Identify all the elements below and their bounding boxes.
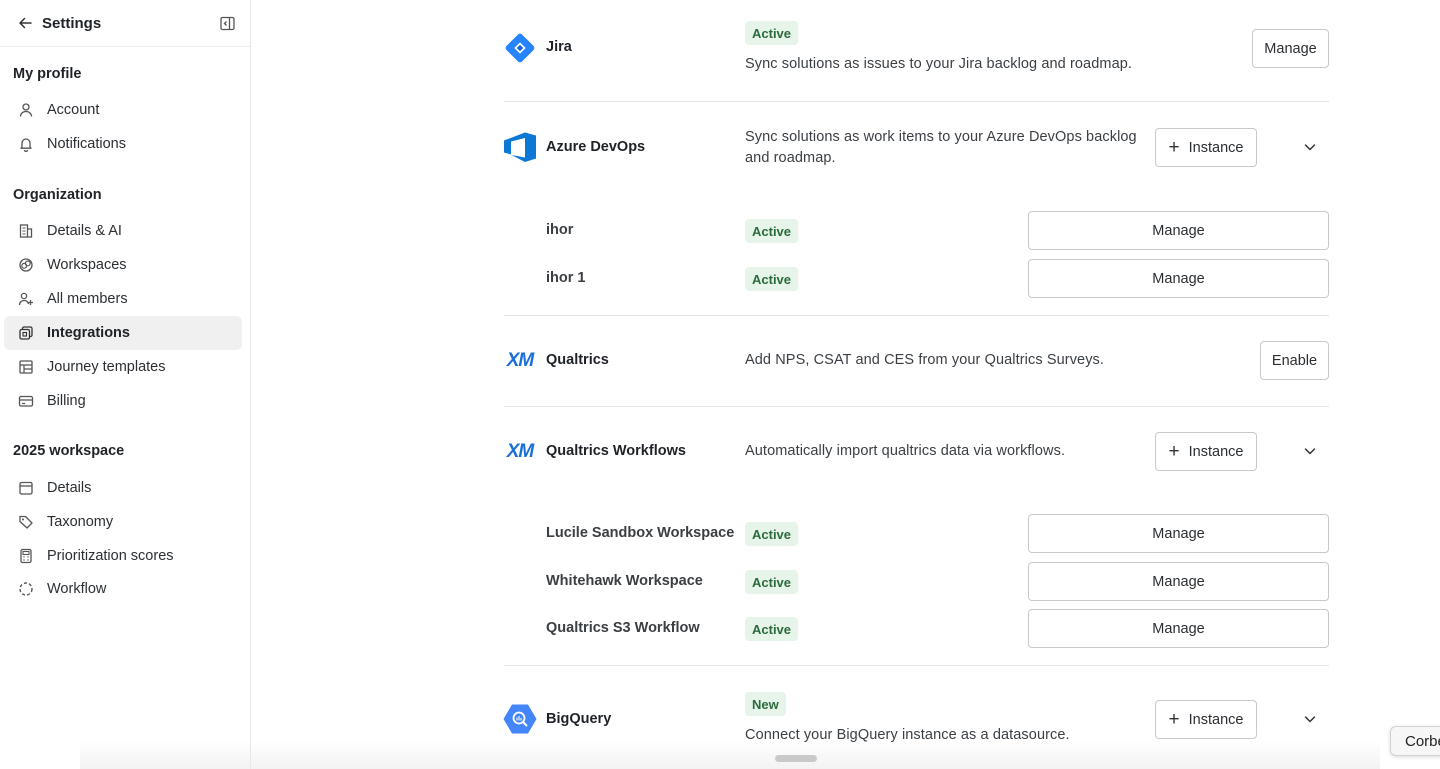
sidebar-item-integrations[interactable]: Integrations: [4, 316, 242, 350]
azure-devops-logo-icon: [502, 129, 538, 165]
qualtrics-xm-logo-icon: XM: [506, 350, 534, 371]
sidebar-item-prioritization-scores[interactable]: Prioritization scores: [4, 539, 242, 573]
qualtrics-workflows-name: Qualtrics Workflows: [546, 443, 686, 459]
sidebar-item-details[interactable]: Details: [4, 471, 242, 505]
sidebar-item-label: Workspaces: [47, 257, 127, 273]
qualtrics-workflows-xm-logo-icon: XM: [506, 441, 534, 462]
sidebar-item-workflow[interactable]: Workflow: [4, 572, 242, 606]
jira-description: Sync solutions as issues to your Jira ba…: [745, 56, 1133, 72]
status-badge: Active: [745, 522, 799, 546]
sidebar-item-workspaces[interactable]: Workspaces: [4, 248, 242, 282]
qualtrics-workflows-expand-chevron-icon[interactable]: [1300, 441, 1320, 461]
integrations-icon: [17, 324, 35, 342]
building-icon: [17, 222, 35, 240]
qualtrics-workflows-add-instance-button[interactable]: + Instance: [1155, 432, 1257, 471]
sidebar-item-taxonomy[interactable]: Taxonomy: [4, 505, 242, 539]
status-badge: Active: [745, 267, 799, 291]
instance-name: Lucile Sandbox Workspace: [546, 525, 735, 541]
status-badge: Active: [745, 21, 799, 45]
qualtrics-enable-button[interactable]: Enable: [1260, 341, 1329, 380]
calculator-icon: [17, 547, 35, 565]
divider: [504, 101, 1329, 102]
members-icon: [17, 290, 35, 308]
section-organization: Organization: [13, 187, 102, 203]
card-icon: [17, 392, 35, 410]
sidebar-item-label: Integrations: [47, 325, 130, 341]
status-badge: Active: [745, 570, 799, 594]
instance-name: Qualtrics S3 Workflow: [546, 620, 700, 636]
status-badge: Active: [745, 617, 799, 641]
azure-description-line2: and roadmap.: [745, 150, 836, 166]
instance-name: ihor 1: [546, 270, 586, 286]
instance-manage-button[interactable]: Manage: [1028, 211, 1329, 250]
bigquery-description: Connect your BigQuery instance as a data…: [745, 727, 1070, 743]
new-badge: New: [745, 692, 786, 716]
dashed-circle-icon: [17, 580, 35, 598]
section-my-profile: My profile: [13, 66, 82, 82]
bell-icon: [17, 135, 35, 153]
collapse-sidebar-icon[interactable]: [218, 14, 236, 32]
plus-icon: +: [1168, 709, 1180, 730]
instance-manage-button[interactable]: Manage: [1028, 259, 1329, 298]
sidebar-item-details-ai[interactable]: Details & AI: [4, 214, 242, 248]
section-workspace: 2025 workspace: [13, 443, 125, 459]
horizontal-scrollbar-thumb[interactable]: [775, 755, 817, 762]
azure-devops-name: Azure DevOps: [546, 139, 646, 155]
azure-description-line1: Sync solutions as work items to your Azu…: [745, 129, 1137, 145]
instance-manage-button[interactable]: Manage: [1028, 609, 1329, 648]
plus-icon: +: [1168, 441, 1180, 462]
template-icon: [17, 358, 35, 376]
instance-name: Whitehawk Workspace: [546, 573, 703, 589]
sidebar-item-label: Taxonomy: [47, 514, 114, 530]
jira-manage-button[interactable]: Manage: [1252, 29, 1329, 68]
sidebar-item-label: Account: [47, 102, 100, 118]
sidebar-item-label: Details: [47, 480, 92, 496]
button-label: Instance: [1188, 443, 1244, 460]
instance-manage-button[interactable]: Manage: [1028, 562, 1329, 601]
button-label: Instance: [1188, 711, 1244, 728]
sidebar-title: Settings: [42, 14, 102, 32]
corner-chip[interactable]: Corbe: [1390, 726, 1440, 756]
user-icon: [17, 101, 35, 119]
azure-add-instance-button[interactable]: + Instance: [1155, 128, 1257, 167]
sidebar-item-label: Journey templates: [47, 359, 166, 375]
sidebar-item-billing[interactable]: Billing: [4, 384, 242, 418]
divider: [504, 406, 1329, 407]
sidebar-item-journey-templates[interactable]: Journey templates: [4, 350, 242, 384]
settings-sidebar: Settings My profile Account Notification…: [0, 0, 251, 769]
qualtrics-workflows-description: Automatically import qualtrics data via …: [745, 443, 1066, 459]
sidebar-item-label: All members: [47, 291, 128, 307]
integrations-panel: [252, 0, 1440, 769]
sidebar-item-label: Workflow: [47, 581, 107, 597]
divider: [504, 315, 1329, 316]
tags-icon: [17, 513, 35, 531]
instance-name: ihor: [546, 222, 574, 238]
sidebar-header: Settings: [0, 0, 250, 47]
sidebar-item-label: Details & AI: [47, 223, 122, 239]
instance-manage-button[interactable]: Manage: [1028, 514, 1329, 553]
azure-expand-chevron-icon[interactable]: [1300, 137, 1320, 157]
sidebar-item-all-members[interactable]: All members: [4, 282, 242, 316]
divider: [504, 665, 1329, 666]
plus-icon: +: [1168, 137, 1180, 158]
workspaces-icon: [17, 256, 35, 274]
jira-name: Jira: [546, 39, 572, 55]
back-arrow-icon[interactable]: [16, 14, 34, 32]
button-label: Instance: [1188, 139, 1244, 156]
bigquery-expand-chevron-icon[interactable]: [1300, 709, 1320, 729]
sidebar-item-notifications[interactable]: Notifications: [4, 127, 242, 161]
sidebar-item-account[interactable]: Account: [4, 93, 242, 127]
calendar-icon: [17, 479, 35, 497]
qualtrics-name: Qualtrics: [546, 352, 609, 368]
bigquery-name: BigQuery: [546, 711, 612, 727]
qualtrics-description: Add NPS, CSAT and CES from your Qualtric…: [745, 352, 1105, 368]
sidebar-item-label: Prioritization scores: [47, 548, 174, 564]
jira-logo-icon: [502, 30, 538, 66]
bigquery-add-instance-button[interactable]: + Instance: [1155, 700, 1257, 739]
bigquery-logo-icon: [502, 701, 538, 737]
sidebar-item-label: Notifications: [47, 136, 126, 152]
sidebar-item-label: Billing: [47, 393, 86, 409]
status-badge: Active: [745, 219, 799, 243]
